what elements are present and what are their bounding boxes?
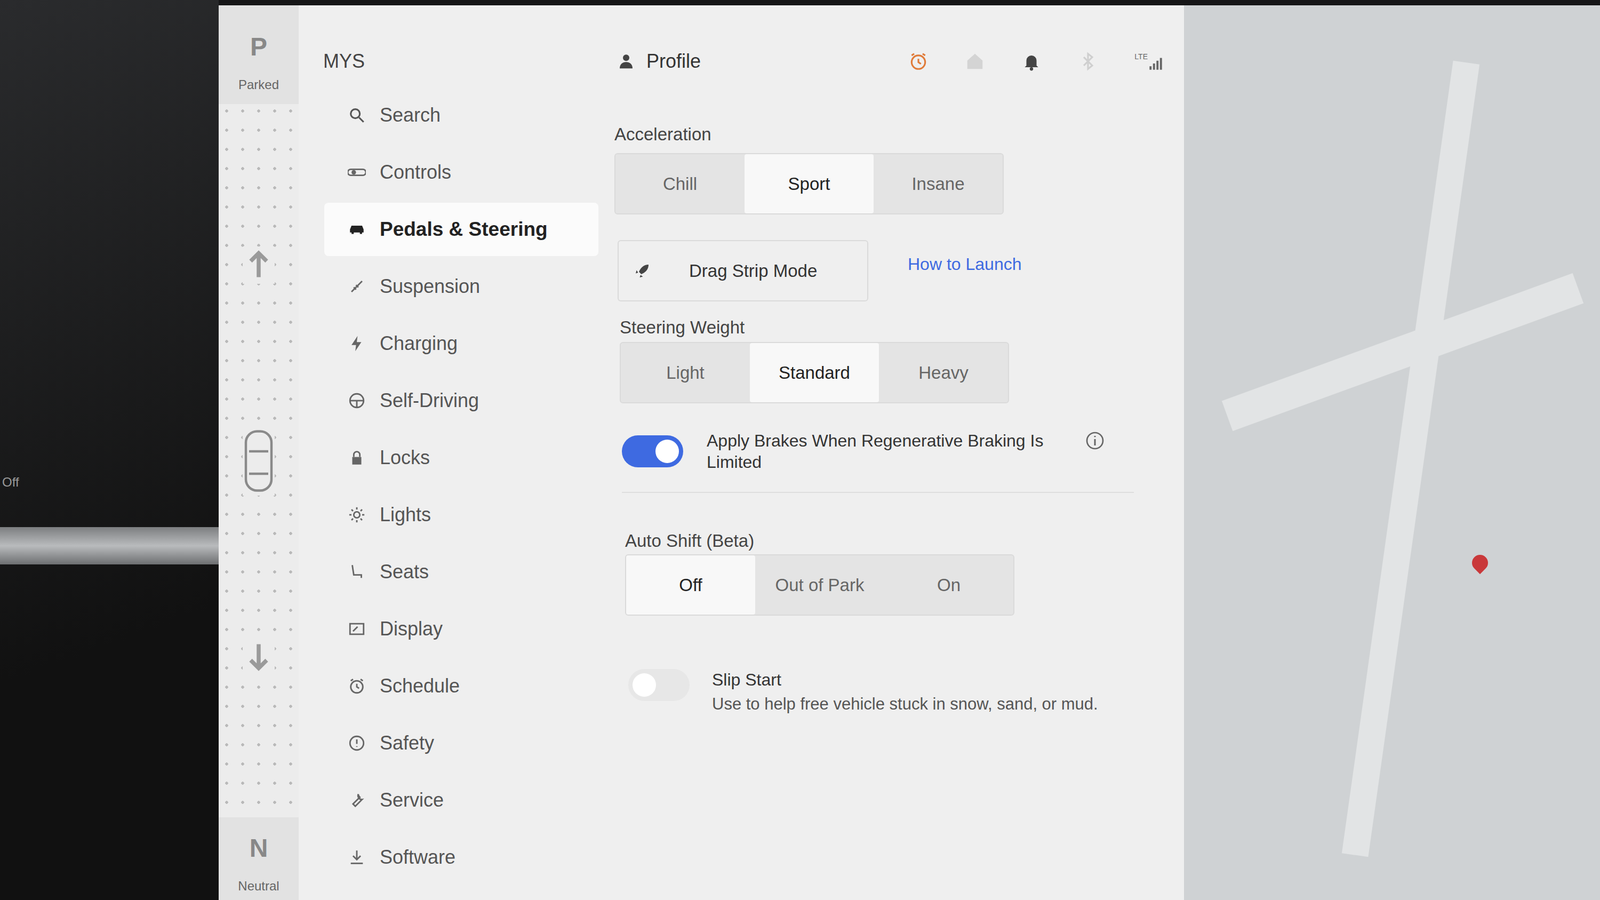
segment-option[interactable]: Insane [873,154,1003,214]
suspension-icon [347,277,366,296]
segment-option[interactable]: Sport [744,154,874,214]
search-item[interactable]: Search [324,88,599,142]
sidebar-item[interactable]: Software [324,830,599,884]
segment-option[interactable]: Out of Park [755,555,885,615]
sun-icon [347,505,366,524]
drag-strip-row: Drag Strip Mode How to Launch [614,240,1022,302]
sidebar-item[interactable]: Pedals & Steering [324,202,599,256]
controls-icon [347,163,366,182]
sidebar-item[interactable]: Lights [324,488,599,542]
section-label: Auto Shift (Beta) [614,530,755,552]
steering-weight-selector: LightStandardHeavy [619,341,1010,404]
acceleration-selector: ChillSportInsane [614,153,1004,215]
steering-wheel-icon [347,391,366,410]
gear-neutral[interactable]: N Neutral [218,817,299,900]
map-view[interactable] [1184,5,1600,900]
seat-icon [347,562,366,581]
sidebar-item[interactable]: Self-Driving [324,373,599,428]
dashboard-bezel: Off [0,0,219,900]
map-pin [1468,551,1492,574]
sidebar-item[interactable]: Service [324,773,599,827]
vehicle-name: MYS [298,45,613,78]
toggle-label: Slip Start [712,668,1080,691]
person-icon [617,52,635,70]
sidebar-item[interactable]: Seats [324,545,599,599]
lock-icon [347,448,366,467]
signal-bars-icon [1148,56,1163,71]
settings-sidebar: MYS Search Controls Pedals & Steering Su… [298,5,613,900]
drag-strip-button[interactable]: Drag Strip Mode [617,240,869,302]
down-arrow-icon [242,637,275,675]
regen-toggle-row: Apply Brakes When Regenerative Braking I… [614,429,1105,473]
bluetooth-icon[interactable] [1077,51,1099,72]
sidebar-item[interactable]: Locks [324,430,599,485]
toggle-label: Apply Brakes When Regenerative Braking I… [706,429,1075,473]
header-bar: Profile LTE [614,45,1184,78]
slip-start-row: Slip Start Use to help free vehicle stuc… [614,668,1099,714]
segment-option[interactable]: Standard [749,342,879,403]
wrench-icon [347,790,366,810]
alarm-clock-icon[interactable] [908,51,929,72]
bezel-label: Off [0,474,219,490]
photo-frame: Off P Parked N Neutral MYS Search Contro… [0,0,1600,900]
slip-start-toggle[interactable] [628,668,690,701]
home-icon[interactable] [964,51,986,72]
settings-content: Profile LTE Acceleration ChillSportInsan… [612,5,1184,900]
sidebar-item[interactable]: Suspension [324,259,599,314]
alert-icon [347,733,366,752]
clock-icon [347,676,366,695]
bell-icon[interactable] [1021,51,1042,72]
how-to-launch-link[interactable]: How to Launch [907,254,1022,275]
segment-option[interactable]: Chill [615,154,745,214]
section-label: Steering Weight [614,316,745,339]
auto-shift-selector: OffOut of ParkOn [625,554,1015,616]
toggle-description: Use to help free vehicle stuck in snow, … [712,694,1099,714]
sidebar-item[interactable]: Display [324,602,599,656]
section-label: Acceleration [614,123,712,146]
sidebar-item[interactable]: Charging [324,316,599,371]
car-top-view-icon [242,426,275,496]
gear-strip: P Parked N Neutral [218,5,299,900]
sidebar-item[interactable]: Safety [324,716,599,770]
profile-button[interactable]: Profile [614,50,701,73]
regen-toggle[interactable] [621,435,684,468]
dashboard-trim [0,526,219,565]
segment-option[interactable]: Off [626,555,756,615]
bolt-icon [347,334,366,353]
cell-signal: LTE [1134,52,1163,71]
rocket-icon [632,261,652,281]
up-arrow-icon [242,246,275,284]
car-icon [347,220,366,239]
sidebar-item[interactable]: Controls [324,145,599,199]
segment-option[interactable]: Light [620,342,750,403]
status-icons: LTE [908,51,1184,72]
download-icon [347,848,366,867]
search-icon [347,106,366,125]
divider [621,491,1134,493]
info-icon[interactable] [1085,430,1105,451]
display-icon [347,619,366,638]
sidebar-item[interactable]: Schedule [324,659,599,713]
segment-option[interactable]: Heavy [878,342,1008,403]
touchscreen: P Parked N Neutral MYS Search Controls P… [218,5,1600,900]
gear-park[interactable]: P Parked [218,5,299,104]
segment-option[interactable]: On [884,555,1014,615]
